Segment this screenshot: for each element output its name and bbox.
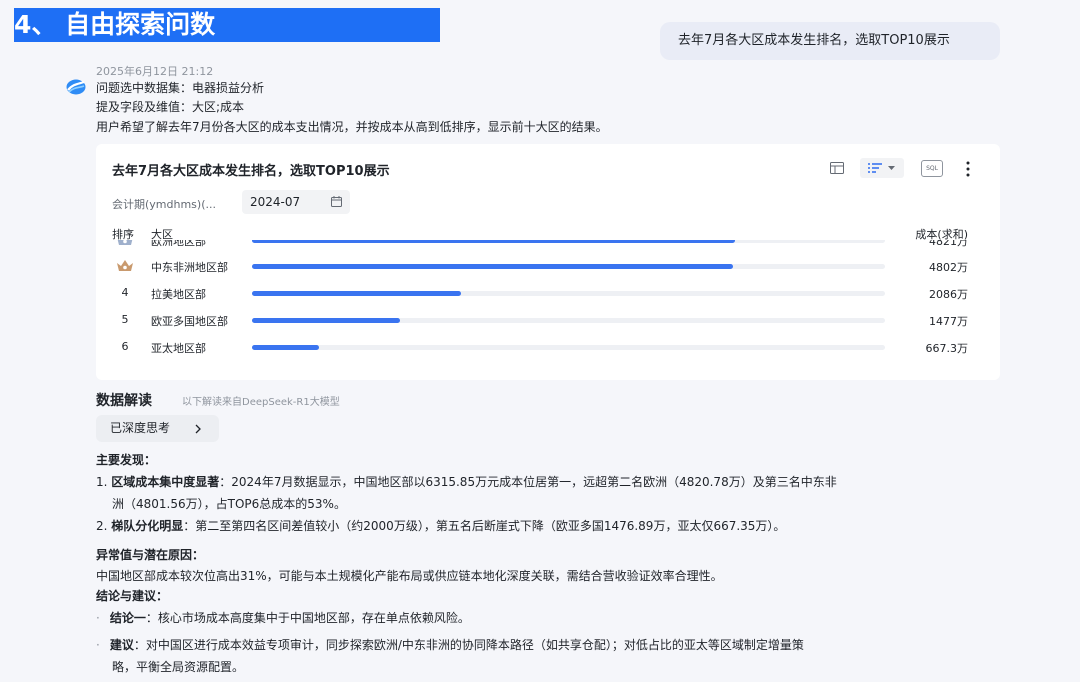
bar (252, 264, 734, 269)
period-filter-value: 2024-07 (250, 195, 301, 209)
more-vertical-icon[interactable] (966, 161, 970, 177)
sql-icon[interactable]: SQL (921, 160, 943, 177)
sql-label: SQL (926, 165, 938, 172)
analysis-subtitle: 以下解读来自DeepSeek-R1大模型 (182, 397, 340, 408)
crown-medal-icon (114, 259, 136, 275)
chevron-right-icon (195, 424, 201, 434)
period-filter[interactable]: 2024-07 (242, 190, 350, 214)
section-banner: 4、 自由探索问数 (14, 8, 440, 42)
cost-value: 2086万 (929, 288, 968, 301)
finding-2-bold: 梯队分化明显 (111, 519, 184, 533)
intent-line: 用户希望了解去年7月份各大区的成本支出情况，并按成本从高到低排序，显示前十大区的… (96, 120, 608, 134)
crown-medal-icon (114, 240, 136, 249)
cost-value: 1477万 (929, 315, 968, 328)
conclusion-1-text: ：核心市场成本高度集中于中国地区部，存在单点依赖风险。 (145, 611, 470, 625)
bar (252, 318, 400, 323)
filter-label: 会计期(ymdhms)(... (112, 198, 216, 211)
conclusion-2: · 建议：对中国区进行成本效益专项审计，同步探索欧洲/中东非洲的协同降本路径（如共… (96, 636, 804, 654)
bar (252, 345, 319, 350)
table-row[interactable]: 中东非洲地区部 4802万 (96, 253, 1000, 279)
conclusion-1-bold: 结论一 (109, 611, 146, 625)
table-view-icon[interactable] (830, 162, 844, 174)
conclusion-1: · 结论一：核心市场成本高度集中于中国地区部，存在单点依赖风险。 (96, 609, 470, 627)
cost-value: 4802万 (929, 261, 968, 274)
deep-think-button[interactable]: 已深度思考 (96, 415, 219, 442)
analysis-title: 数据解读 (96, 393, 152, 409)
bullet-dot: · (96, 638, 100, 652)
ranking-table[interactable]: 欧洲地区部 4821万中东非洲地区部 4802万 4 拉美地区部 2086万 5 欧亚多国地区… (96, 240, 1000, 375)
sort-list-icon (868, 163, 882, 173)
conclusion-2-text: ：对中国区进行成本效益专项审计，同步探索欧洲/中东非洲的协同降本路径（如共享仓配… (133, 638, 804, 652)
finding-2-prefix: 2. (96, 519, 112, 533)
banner-title: 4、 自由探索问数 (14, 10, 216, 39)
finding-2: 2. 梯队分化明显：第二至第四名区间差值较小（约2000万级），第五名后断崖式下… (96, 517, 785, 535)
findings-title: 主要发现： (96, 453, 157, 467)
bar-track (252, 318, 885, 323)
bar (252, 240, 736, 243)
finding-1-text: ：2024年7月数据显示，中国地区部以6315.85万元成本位居第一，远超第二名… (219, 475, 837, 489)
bar-track (252, 345, 885, 350)
result-card: 去年7月各大区成本发生排名，选取TOP10展示 SQL 会计期(ymdhms)(… (96, 144, 1000, 380)
bot-avatar-icon (66, 79, 86, 95)
region-name: 中东非洲地区部 (151, 261, 228, 274)
finding-1: 1. 区域成本集中度显著：2024年7月数据显示，中国地区部以6315.85万元… (96, 473, 837, 491)
cost-value: 667.3万 (925, 342, 969, 355)
anomaly-text: 中国地区部成本较次位高出31%，可能与本土规模化产能布局或供应链本地化深度关联，… (96, 569, 723, 583)
deep-think-label: 已深度思考 (110, 421, 171, 435)
rank-number: 6 (121, 340, 129, 353)
user-query-bubble: 去年7月各大区成本发生排名，选取TOP10展示 (660, 22, 1000, 60)
rank-number: 5 (121, 313, 129, 326)
sort-dropdown[interactable] (860, 158, 904, 178)
region-name: 拉美地区部 (151, 288, 206, 301)
region-name: 欧亚多国地区部 (151, 315, 228, 328)
finding-1-bold: 区域成本集中度显著 (111, 475, 220, 489)
conclusion-2-bold: 建议 (109, 638, 134, 652)
region-name: 亚太地区部 (151, 342, 206, 355)
message-timestamp: 2025年6月12日 21:12 (96, 65, 214, 78)
fields-line: 提及字段及维值：大区;成本 (96, 100, 245, 114)
bullet-dot: · (96, 611, 100, 625)
table-row[interactable]: 4 拉美地区部 2086万 (96, 280, 1000, 306)
bar-track (252, 291, 885, 296)
dataset-line: 问题选中数据集：电器损益分析 (96, 81, 265, 95)
bar (252, 291, 462, 296)
calendar-icon (331, 196, 342, 207)
bar-track (252, 240, 885, 243)
conclusion-title: 结论与建议： (96, 589, 169, 603)
finding-2-text: ：第二至第四名区间差值较小（约2000万级），第五名后断崖式下降（欧亚多国147… (183, 519, 786, 533)
table-row[interactable]: 5 欧亚多国地区部 1477万 (96, 307, 1000, 333)
finding-1-cont: 洲（4801.56万），占TOP6总成本的53%。 (112, 497, 346, 511)
bar-track (252, 264, 885, 269)
table-row[interactable]: 6 亚太地区部 667.3万 (96, 334, 1000, 360)
finding-1-prefix: 1. (96, 475, 112, 489)
table-row[interactable]: 欧洲地区部 4821万 (96, 240, 1000, 253)
anomaly-title: 异常值与潜在原因： (96, 548, 205, 562)
conclusion-2-cont: 略，平衡全局资源配置。 (112, 660, 245, 674)
rank-number: 4 (121, 286, 129, 299)
user-query-text: 去年7月各大区成本发生排名，选取TOP10展示 (678, 33, 950, 48)
card-title: 去年7月各大区成本发生排名，选取TOP10展示 (112, 164, 390, 179)
chevron-down-icon (888, 166, 895, 170)
cost-value: 4821万 (929, 240, 968, 248)
region-name: 欧洲地区部 (151, 240, 206, 248)
